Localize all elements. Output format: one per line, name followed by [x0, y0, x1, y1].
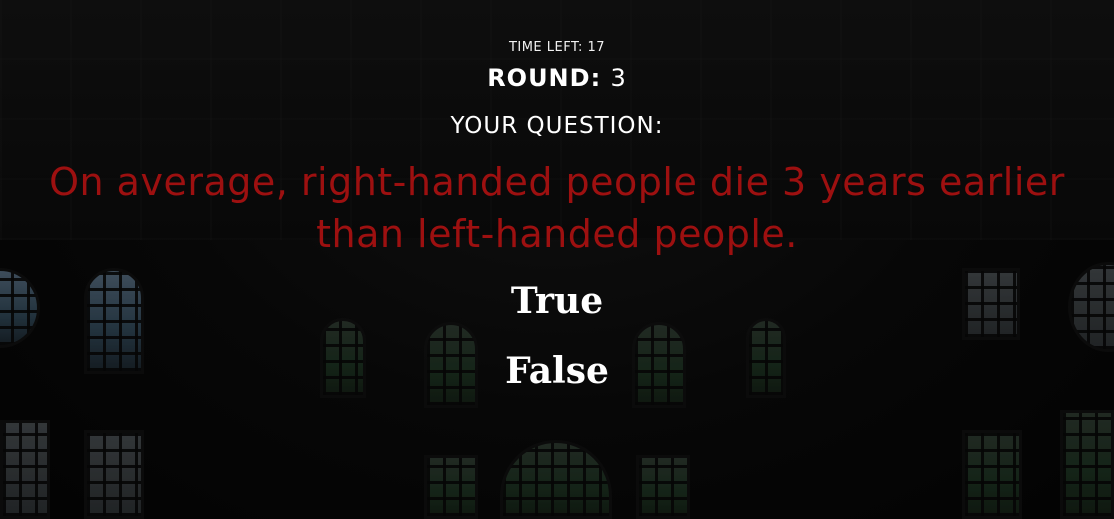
round-value: 3: [610, 64, 627, 92]
time-left-value: 17: [587, 40, 606, 55]
question-text: On average, right-handed people die 3 ye…: [49, 160, 1065, 256]
round-label: ROUND:: [487, 64, 602, 92]
true-answer-button[interactable]: True: [0, 280, 1114, 322]
time-left-display: TIME LEFT: 17: [0, 40, 1114, 55]
game-screen: TIME LEFT: 17 ROUND: 3 YOUR QUESTION: On…: [0, 0, 1114, 519]
false-answer-button[interactable]: False: [0, 350, 1114, 392]
question-heading: YOUR QUESTION:: [450, 113, 664, 139]
round-display: ROUND: 3: [0, 64, 1114, 92]
time-left-label: TIME LEFT:: [508, 40, 583, 55]
